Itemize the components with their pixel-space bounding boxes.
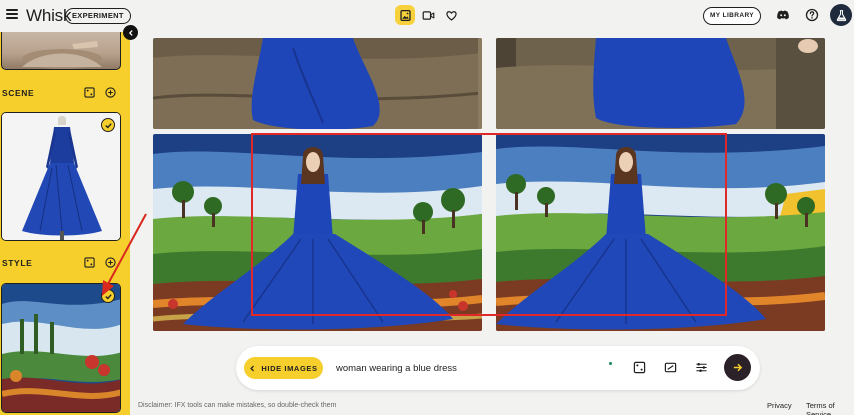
experiment-badge: EXPERIMENT [65, 8, 131, 24]
prompt-input[interactable] [336, 361, 606, 375]
flask-icon [836, 9, 846, 21]
image-forest-1 [153, 38, 482, 129]
menu-icon[interactable] [6, 9, 18, 19]
mode-toggle [395, 5, 461, 27]
style-label: STYLE [2, 258, 33, 268]
submit-button[interactable] [724, 354, 751, 381]
image-mode-button[interactable] [395, 5, 415, 25]
image-felt-landscape-1 [153, 134, 482, 331]
heart-icon [445, 10, 457, 21]
generated-image-4[interactable] [496, 134, 825, 331]
annotation-arrow [102, 213, 147, 296]
my-library-button[interactable]: MY LIBRARY [703, 7, 761, 25]
scene-selected-check [101, 118, 115, 132]
video-mode-button[interactable] [418, 5, 438, 25]
collapse-sidebar-button[interactable] [123, 25, 138, 40]
check-icon [104, 122, 112, 128]
chevron-left-icon [128, 29, 133, 36]
privacy-link[interactable]: Privacy [767, 401, 792, 410]
prompt-bar: HIDE IMAGES [236, 346, 760, 390]
video-icon [422, 10, 434, 20]
dice-icon[interactable] [84, 87, 95, 98]
chevron-left-icon [250, 365, 255, 371]
discord-icon[interactable] [776, 8, 790, 22]
image-felt-landscape-2 [496, 134, 825, 331]
subject-thumbnail[interactable] [1, 32, 121, 70]
scene-label: SCENE [2, 88, 35, 98]
generated-image-3[interactable] [153, 134, 482, 331]
image-icon [399, 9, 411, 21]
style-image [2, 284, 120, 412]
dice-icon[interactable] [633, 361, 646, 374]
generated-image-2[interactable] [496, 38, 825, 129]
status-dot [609, 362, 612, 365]
generated-image-1[interactable] [153, 38, 482, 129]
subject-image [22, 41, 102, 69]
account-button[interactable] [830, 4, 852, 26]
help-icon[interactable] [805, 8, 819, 22]
aspect-ratio-icon[interactable] [664, 361, 677, 374]
style-thumbnail[interactable] [1, 283, 121, 413]
disclaimer-text: Disclaimer: IFX tools can make mistakes,… [138, 402, 337, 409]
add-scene-icon[interactable] [105, 87, 116, 98]
image-forest-2 [496, 38, 825, 129]
favorites-button[interactable] [441, 5, 461, 25]
arrow-right-icon [733, 363, 743, 372]
hide-images-label: HIDE IMAGES [261, 363, 318, 373]
settings-sliders-icon[interactable] [695, 361, 708, 374]
hide-images-button[interactable]: HIDE IMAGES [244, 357, 323, 379]
terms-link[interactable]: Terms of Service [806, 401, 854, 415]
